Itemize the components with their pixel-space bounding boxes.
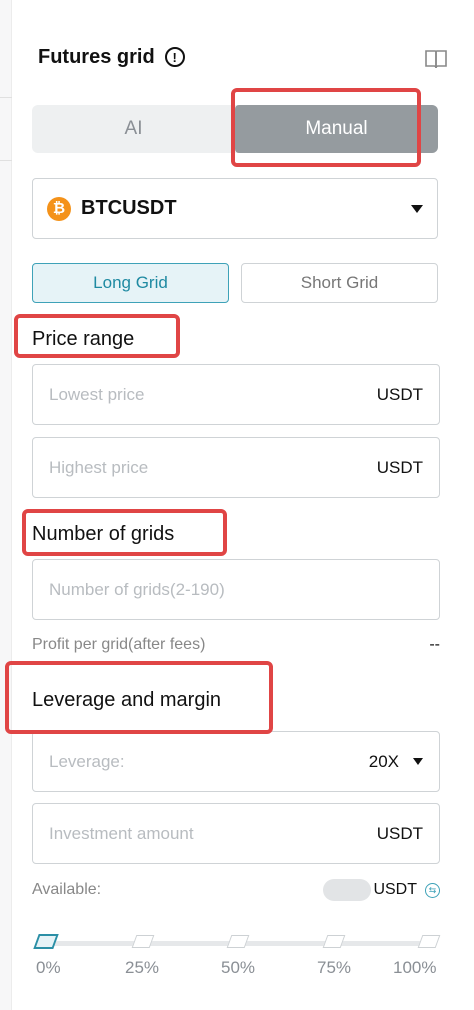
profit-per-grid-label: Profit per grid(after fees)	[32, 636, 206, 653]
available-balance-redacted	[323, 879, 372, 901]
slider-mark-75: 75%	[317, 958, 352, 977]
margin-slider[interactable]	[32, 930, 442, 960]
tab-ai[interactable]: AI	[32, 105, 235, 153]
grid-type-toggle: Long Grid Short Grid	[32, 263, 438, 303]
profit-per-grid-value: --	[429, 636, 440, 653]
highest-price-placeholder: Highest price	[49, 457, 149, 477]
lowest-price-unit: USDT	[376, 384, 423, 404]
short-grid-button[interactable]: Short Grid	[241, 263, 438, 303]
leverage-selector[interactable]: Leverage: 20X	[32, 731, 440, 792]
symbol-name: BTCUSDT	[81, 197, 177, 219]
leverage-label: Leverage:	[49, 751, 125, 771]
transfer-icon[interactable]: ⇆	[425, 882, 440, 898]
leverage-value: 20X	[368, 751, 399, 771]
slider-mark-100: 100%	[393, 958, 437, 977]
chevron-down-icon	[411, 204, 423, 213]
number-of-grids-label: Number of grids	[32, 523, 175, 545]
slider-knob-50[interactable]	[226, 935, 250, 948]
slider-mark-25: 25%	[125, 958, 160, 977]
investment-amount-placeholder: Investment amount	[49, 823, 194, 843]
slider-mark-50: 50%	[221, 958, 256, 977]
leverage-margin-label: Leverage and margin	[32, 689, 222, 711]
available-label: Available:	[32, 881, 102, 898]
panel-header: Futures grid !	[38, 40, 185, 74]
left-edge-strip	[0, 0, 12, 1010]
panel-title: Futures grid	[38, 45, 155, 68]
book-icon[interactable]	[424, 48, 448, 70]
slider-knob-100[interactable]	[417, 935, 441, 948]
futures-grid-panel: Futures grid ! AI Manual ₿ BTCUSDT Long …	[12, 0, 474, 1010]
lowest-price-input[interactable]: Lowest price USDT	[32, 364, 440, 425]
highest-price-unit: USDT	[376, 457, 423, 477]
investment-amount-input[interactable]: Investment amount USDT	[32, 803, 440, 864]
mode-switch: AI Manual	[32, 105, 438, 153]
available-row: Available: USDT ⇆	[32, 879, 440, 901]
long-grid-button[interactable]: Long Grid	[32, 263, 229, 303]
profit-per-grid-row: Profit per grid(after fees) --	[32, 636, 440, 654]
info-icon[interactable]: !	[164, 47, 185, 67]
investment-unit: USDT	[376, 823, 423, 843]
available-unit: USDT	[373, 881, 417, 898]
slider-knob-25[interactable]	[131, 935, 155, 948]
lowest-price-placeholder: Lowest price	[49, 384, 145, 404]
price-range-label: Price range	[32, 328, 135, 350]
symbol-selector[interactable]: ₿ BTCUSDT	[32, 178, 438, 239]
slider-knob-75[interactable]	[322, 935, 346, 948]
tab-manual[interactable]: Manual	[235, 105, 438, 153]
chevron-down-icon	[413, 758, 423, 765]
btc-icon: ₿	[47, 196, 71, 221]
slider-knob-0[interactable]	[33, 934, 59, 949]
number-of-grids-input[interactable]: Number of grids(2-190)	[32, 559, 440, 620]
number-of-grids-placeholder: Number of grids(2-190)	[49, 579, 225, 599]
slider-mark-0: 0%	[36, 958, 61, 977]
highest-price-input[interactable]: Highest price USDT	[32, 437, 440, 498]
